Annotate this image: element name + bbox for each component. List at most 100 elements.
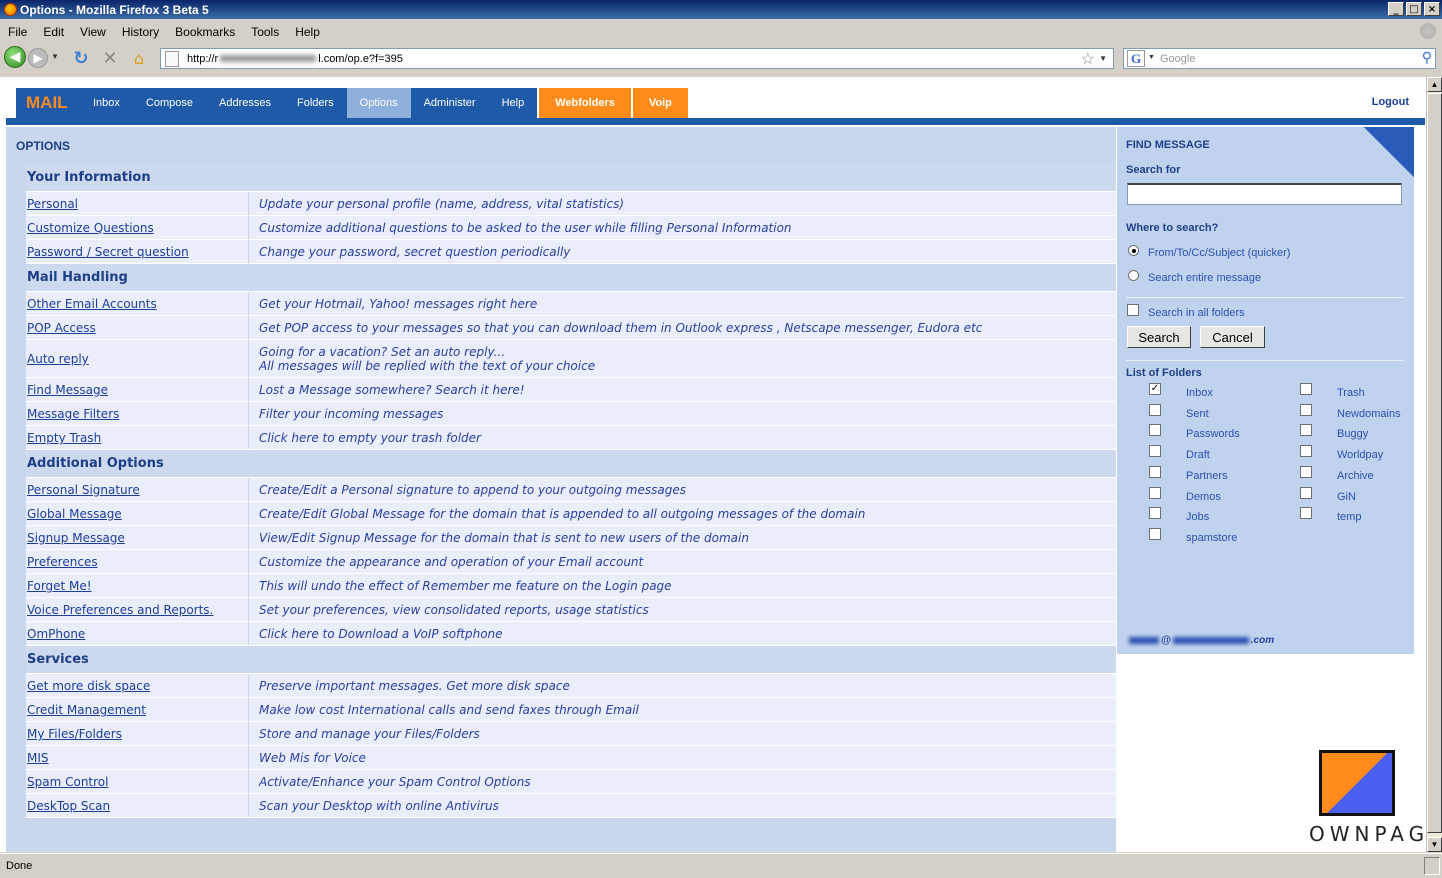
folder-checkbox[interactable]: ✓ bbox=[1149, 383, 1161, 395]
scroll-down-button[interactable]: ▼ bbox=[1427, 837, 1442, 852]
logout-link[interactable]: Logout bbox=[1372, 96, 1409, 108]
description-line: Change your password, secret question pe… bbox=[259, 245, 571, 259]
option-link[interactable]: Auto reply bbox=[26, 340, 249, 377]
url-bar[interactable]: http://r l.com/op.e?f=395 ☆ ▼ bbox=[160, 48, 1114, 69]
option-link[interactable]: Find Message bbox=[26, 378, 249, 401]
all-folders-checkbox[interactable] bbox=[1127, 304, 1139, 316]
option-link[interactable]: Get more disk space bbox=[26, 674, 249, 697]
option-link[interactable]: Credit Management bbox=[26, 698, 249, 721]
scroll-up-button[interactable]: ▲ bbox=[1427, 77, 1442, 92]
search-button[interactable]: Search bbox=[1127, 326, 1191, 348]
radio-quick[interactable] bbox=[1128, 245, 1139, 256]
tab-administer[interactable]: Administer bbox=[411, 88, 489, 118]
folder-label: spamstore bbox=[1186, 531, 1238, 544]
option-link[interactable]: OmPhone bbox=[26, 622, 249, 645]
option-row: OmPhone Click here to Download a VoIP sof… bbox=[26, 622, 1116, 646]
tab-help[interactable]: Help bbox=[489, 88, 538, 118]
menu-edit[interactable]: Edit bbox=[35, 25, 72, 39]
back-button[interactable]: ◀ bbox=[4, 46, 26, 68]
maximize-button[interactable]: □ bbox=[1406, 2, 1422, 16]
reload-button[interactable]: ↻ bbox=[71, 48, 91, 69]
option-link[interactable]: My Files/Folders bbox=[26, 722, 249, 745]
option-link[interactable]: Global Message bbox=[26, 502, 249, 525]
option-link[interactable]: Password / Secret question bbox=[26, 240, 249, 263]
folder-checkbox[interactable] bbox=[1149, 486, 1161, 499]
option-description: View/Edit Signup Message for the domain … bbox=[249, 526, 1116, 549]
option-link[interactable]: Customize Questions bbox=[26, 216, 249, 239]
option-description: Set your preferences, view consolidated … bbox=[249, 598, 1116, 621]
menu-history[interactable]: History bbox=[114, 25, 167, 39]
history-dropdown-icon[interactable]: ▼ bbox=[51, 52, 59, 61]
option-description: Get your Hotmail, Yahoo! messages right … bbox=[249, 292, 1116, 315]
folder-checkbox[interactable] bbox=[1149, 507, 1161, 520]
menu-bar: File Edit View History Bookmarks Tools H… bbox=[0, 21, 1442, 42]
option-link[interactable]: POP Access bbox=[26, 316, 249, 339]
option-link[interactable]: Voice Preferences and Reports. bbox=[26, 598, 249, 621]
window-title-bar: Options - Mozilla Firefox 3 Beta 5 _ □ × bbox=[0, 0, 1442, 19]
option-link[interactable]: Signup Message bbox=[26, 526, 249, 549]
stop-button[interactable]: ✕ bbox=[100, 48, 120, 69]
option-link[interactable]: Personal Signature bbox=[26, 478, 249, 501]
option-link[interactable]: Empty Trash bbox=[26, 426, 249, 449]
option-row: Credit Management Make low cost Internati… bbox=[26, 698, 1116, 722]
google-icon[interactable]: G bbox=[1127, 50, 1145, 67]
option-link[interactable]: Personal bbox=[26, 192, 249, 215]
url-dropdown-icon[interactable]: ▼ bbox=[1099, 54, 1107, 63]
folder-checkbox[interactable] bbox=[1300, 486, 1312, 499]
engine-dropdown-icon[interactable]: ▼ bbox=[1148, 54, 1155, 61]
vertical-scrollbar[interactable]: ▲ ▼ bbox=[1426, 77, 1442, 852]
mail-logo[interactable]: MAIL bbox=[16, 88, 80, 118]
search-icon[interactable]: ⚲ bbox=[1422, 49, 1432, 66]
folder-checkbox[interactable] bbox=[1149, 445, 1161, 458]
radio-entire[interactable] bbox=[1128, 270, 1139, 281]
menu-file[interactable]: File bbox=[0, 25, 35, 39]
menu-help[interactable]: Help bbox=[287, 25, 328, 39]
cancel-button[interactable]: Cancel bbox=[1200, 326, 1265, 348]
menu-tools[interactable]: Tools bbox=[243, 25, 287, 39]
folder-label: Demos bbox=[1186, 490, 1221, 503]
tab-inbox[interactable]: Inbox bbox=[80, 88, 133, 118]
bookmark-star-icon[interactable]: ☆ bbox=[1081, 49, 1095, 69]
option-description: Click here to Download a VoIP softphone bbox=[249, 622, 1116, 645]
folder-checkbox[interactable] bbox=[1149, 403, 1161, 416]
option-link[interactable]: Other Email Accounts bbox=[26, 292, 249, 315]
folder-checkbox[interactable] bbox=[1149, 465, 1161, 478]
tab-addresses[interactable]: Addresses bbox=[206, 88, 284, 118]
email-tail: .com bbox=[1250, 635, 1275, 646]
folder-checkbox[interactable] bbox=[1149, 527, 1161, 540]
tab-options[interactable]: Options bbox=[346, 88, 411, 118]
folder-checkbox[interactable] bbox=[1300, 424, 1312, 437]
divider bbox=[1126, 297, 1404, 298]
find-search-input[interactable] bbox=[1127, 183, 1402, 205]
folder-checkbox[interactable] bbox=[1300, 445, 1312, 458]
folder-checkbox[interactable] bbox=[1300, 383, 1312, 395]
folder-checkbox[interactable] bbox=[1149, 424, 1161, 437]
forward-button[interactable]: ▶ bbox=[28, 48, 48, 68]
option-row: Other Email Accounts Get your Hotmail, Ya… bbox=[26, 292, 1116, 316]
scroll-thumb[interactable] bbox=[1427, 93, 1442, 833]
minimize-button[interactable]: _ bbox=[1388, 2, 1404, 16]
tab-compose[interactable]: Compose bbox=[133, 88, 206, 118]
option-link[interactable]: Preferences bbox=[26, 550, 249, 573]
folder-checkbox[interactable] bbox=[1300, 507, 1312, 520]
folder-checkbox[interactable] bbox=[1300, 465, 1312, 478]
description-line: Click here to empty your trash folder bbox=[259, 431, 481, 445]
option-link[interactable]: DeskTop Scan bbox=[26, 794, 249, 817]
home-button[interactable]: ⌂ bbox=[129, 48, 149, 68]
option-link[interactable]: MIS bbox=[26, 746, 249, 769]
folder-checkbox[interactable] bbox=[1300, 403, 1312, 416]
search-engine-input[interactable]: G ▼ Google ⚲ bbox=[1123, 48, 1436, 69]
description-line: Set your preferences, view consolidated … bbox=[259, 603, 649, 617]
option-link[interactable]: Spam Control bbox=[26, 770, 249, 793]
menu-bookmarks[interactable]: Bookmarks bbox=[167, 25, 243, 39]
close-button[interactable]: × bbox=[1424, 2, 1440, 16]
menu-view[interactable]: View bbox=[72, 25, 114, 39]
option-description: Click here to empty your trash folder bbox=[249, 426, 1116, 449]
tab-webfolders[interactable]: Webfolders bbox=[537, 88, 631, 118]
page-icon bbox=[165, 51, 179, 67]
tab-voip[interactable]: Voip bbox=[630, 88, 688, 118]
tab-folders[interactable]: Folders bbox=[284, 88, 347, 118]
option-link[interactable]: Message Filters bbox=[26, 402, 249, 425]
status-cell bbox=[1424, 857, 1440, 875]
option-link[interactable]: Forget Me! bbox=[26, 574, 249, 597]
